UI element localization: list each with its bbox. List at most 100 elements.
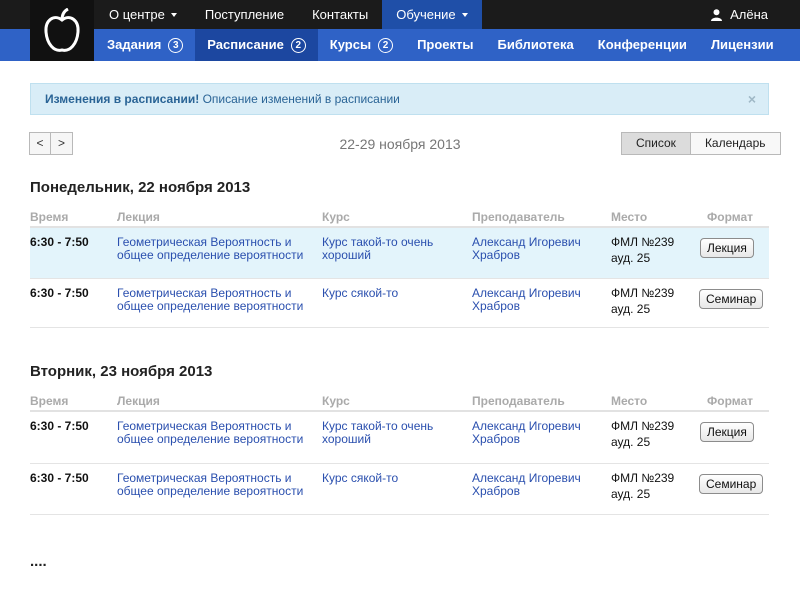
time-cell: 6:30 - 7:50	[30, 286, 89, 300]
format-badge[interactable]: Лекция	[700, 422, 754, 442]
lecture-link[interactable]: Геометрическая Вероятность и общее опреде…	[117, 236, 307, 262]
site-logo[interactable]	[30, 0, 94, 61]
view-switch: Список Календарь	[621, 132, 781, 155]
sub-nav-item-tasks[interactable]: Задания 3	[95, 29, 195, 61]
teacher-link[interactable]: Александ Игоревич Храбров	[472, 420, 592, 446]
table-row[interactable]: 6:30 - 7:50 Геометрическая Вероятность и…	[30, 412, 769, 464]
time-cell: 6:30 - 7:50	[30, 471, 89, 485]
top-nav: О центре Поступление Контакты Обучение	[95, 0, 482, 29]
alert-title: Изменения в расписании!	[45, 92, 200, 106]
place-line: ауд. 25	[611, 251, 651, 265]
lecture-line: общее определение вероятности	[117, 248, 304, 262]
more-indicator: ....	[30, 553, 47, 570]
col-course: Курс	[322, 394, 350, 408]
col-lecture: Лекция	[117, 210, 160, 224]
teacher-line: Храбров	[472, 248, 520, 262]
calendar-view-button[interactable]: Календарь	[690, 132, 781, 155]
course-link[interactable]: Курс сякой-то	[322, 472, 452, 485]
day-block: Понедельник, 22 ноября 2013 Время Лекция…	[30, 179, 769, 328]
col-lecture: Лекция	[117, 394, 160, 408]
teacher-line: Храбров	[472, 432, 520, 446]
alert-text: Описание изменений в расписании	[202, 92, 400, 106]
count-badge: 2	[378, 37, 394, 53]
day-block: Вторник, 23 ноября 2013 Время Лекция Кур…	[30, 363, 769, 515]
place-line: ФМЛ №239	[611, 471, 675, 485]
section-navbar: Задания 3 Расписание 2 Курсы 2 Проекты Библ…	[0, 29, 800, 61]
prev-week-button[interactable]: <	[29, 132, 51, 155]
col-place: Место	[611, 210, 648, 224]
user-icon	[711, 8, 723, 21]
course-link[interactable]: Курс сякой-то	[322, 287, 452, 300]
table-row[interactable]: 6:30 - 7:50 Геометрическая Вероятность и…	[30, 464, 769, 515]
col-format: Формат	[707, 210, 754, 224]
next-week-button[interactable]: >	[51, 132, 73, 155]
sub-nav-item-library[interactable]: Библиотека	[486, 29, 586, 61]
sub-nav-label: Конференции	[597, 37, 687, 52]
course-line: Курс сякой-то	[322, 471, 399, 485]
sub-nav-item-licenses[interactable]: Лицензии	[699, 29, 786, 61]
place-cell: ФМЛ №239 ауд. 25	[611, 285, 674, 317]
count-badge: 2	[290, 37, 306, 53]
top-nav-item-admission[interactable]: Поступление	[191, 0, 298, 29]
sub-nav-item-conferences[interactable]: Конференции	[586, 29, 699, 61]
sub-nav-item-projects[interactable]: Проекты	[405, 29, 485, 61]
schedule-table: 6:30 - 7:50 Геометрическая Вероятность и…	[30, 410, 769, 515]
table-row[interactable]: 6:30 - 7:50 Геометрическая Вероятность и…	[30, 279, 769, 328]
teacher-link[interactable]: Александ Игоревич Храбров	[472, 287, 592, 313]
sub-nav-label: Лицензии	[710, 37, 774, 52]
user-name: Алёна	[730, 7, 768, 22]
place-line: ФМЛ №239	[611, 235, 675, 249]
place-cell: ФМЛ №239 ауд. 25	[611, 234, 674, 266]
lecture-line: общее определение вероятности	[117, 299, 304, 313]
format-badge[interactable]: Лекция	[700, 238, 754, 258]
sub-nav-item-courses[interactable]: Курсы 2	[318, 29, 405, 61]
course-line: хороший	[322, 248, 371, 262]
sub-nav-label: Расписание	[207, 37, 284, 52]
format-badge[interactable]: Семинар	[699, 289, 764, 309]
list-view-button[interactable]: Список	[621, 132, 691, 155]
top-nav-item-contacts[interactable]: Контакты	[298, 0, 382, 29]
time-cell: 6:30 - 7:50	[30, 235, 89, 249]
user-menu[interactable]: Алёна	[711, 0, 768, 29]
teacher-link[interactable]: Александ Игоревич Храбров	[472, 236, 592, 262]
col-time: Время	[30, 210, 69, 224]
teacher-line: Храбров	[472, 484, 520, 498]
schedule-table: 6:30 - 7:50 Геометрическая Вероятность и…	[30, 226, 769, 328]
top-nav-item-education[interactable]: Обучение	[382, 0, 482, 29]
chevron-down-icon	[170, 12, 177, 17]
table-row[interactable]: 6:30 - 7:50 Геометрическая Вероятность и…	[30, 228, 769, 279]
sub-nav-label: Задания	[107, 37, 162, 52]
lecture-link[interactable]: Геометрическая Вероятность и общее опреде…	[117, 287, 307, 313]
top-nav-label: Поступление	[204, 7, 285, 22]
sub-nav-label: Проекты	[417, 37, 474, 52]
top-nav-item-about[interactable]: О центре	[95, 0, 191, 29]
col-teacher: Преподаватель	[472, 394, 565, 408]
col-teacher: Преподаватель	[472, 210, 565, 224]
lecture-line: общее определение вероятности	[117, 432, 304, 446]
top-navbar: О центре Поступление Контакты Обучение А…	[0, 0, 800, 29]
course-link[interactable]: Курс такой-то очень хороший	[322, 236, 452, 262]
format-badge[interactable]: Семинар	[699, 474, 764, 494]
schedule-change-alert: Изменения в расписании! Описание изменен…	[30, 83, 769, 115]
col-format: Формат	[707, 394, 754, 408]
teacher-link[interactable]: Александ Игоревич Храбров	[472, 472, 592, 498]
lecture-line: общее определение вероятности	[117, 484, 304, 498]
sub-nav-item-schedule[interactable]: Расписание 2	[195, 29, 318, 61]
chevron-down-icon	[461, 12, 468, 17]
course-line: Курс сякой-то	[322, 286, 399, 300]
week-pager: < >	[29, 132, 73, 155]
course-link[interactable]: Курс такой-то очень хороший	[322, 420, 452, 446]
top-nav-label: О центре	[109, 7, 165, 22]
sub-nav-label: Курсы	[329, 37, 372, 52]
place-line: ФМЛ №239	[611, 419, 675, 433]
lecture-link[interactable]: Геометрическая Вероятность и общее опреде…	[117, 420, 307, 446]
place-cell: ФМЛ №239 ауд. 25	[611, 470, 674, 502]
day-title: Вторник, 23 ноября 2013	[30, 363, 213, 380]
close-icon[interactable]: ×	[748, 84, 756, 114]
col-course: Курс	[322, 210, 350, 224]
course-line: хороший	[322, 432, 371, 446]
apple-logo-icon	[42, 7, 82, 54]
col-place: Место	[611, 394, 648, 408]
place-line: ауд. 25	[611, 487, 651, 501]
lecture-link[interactable]: Геометрическая Вероятность и общее опреде…	[117, 472, 307, 498]
